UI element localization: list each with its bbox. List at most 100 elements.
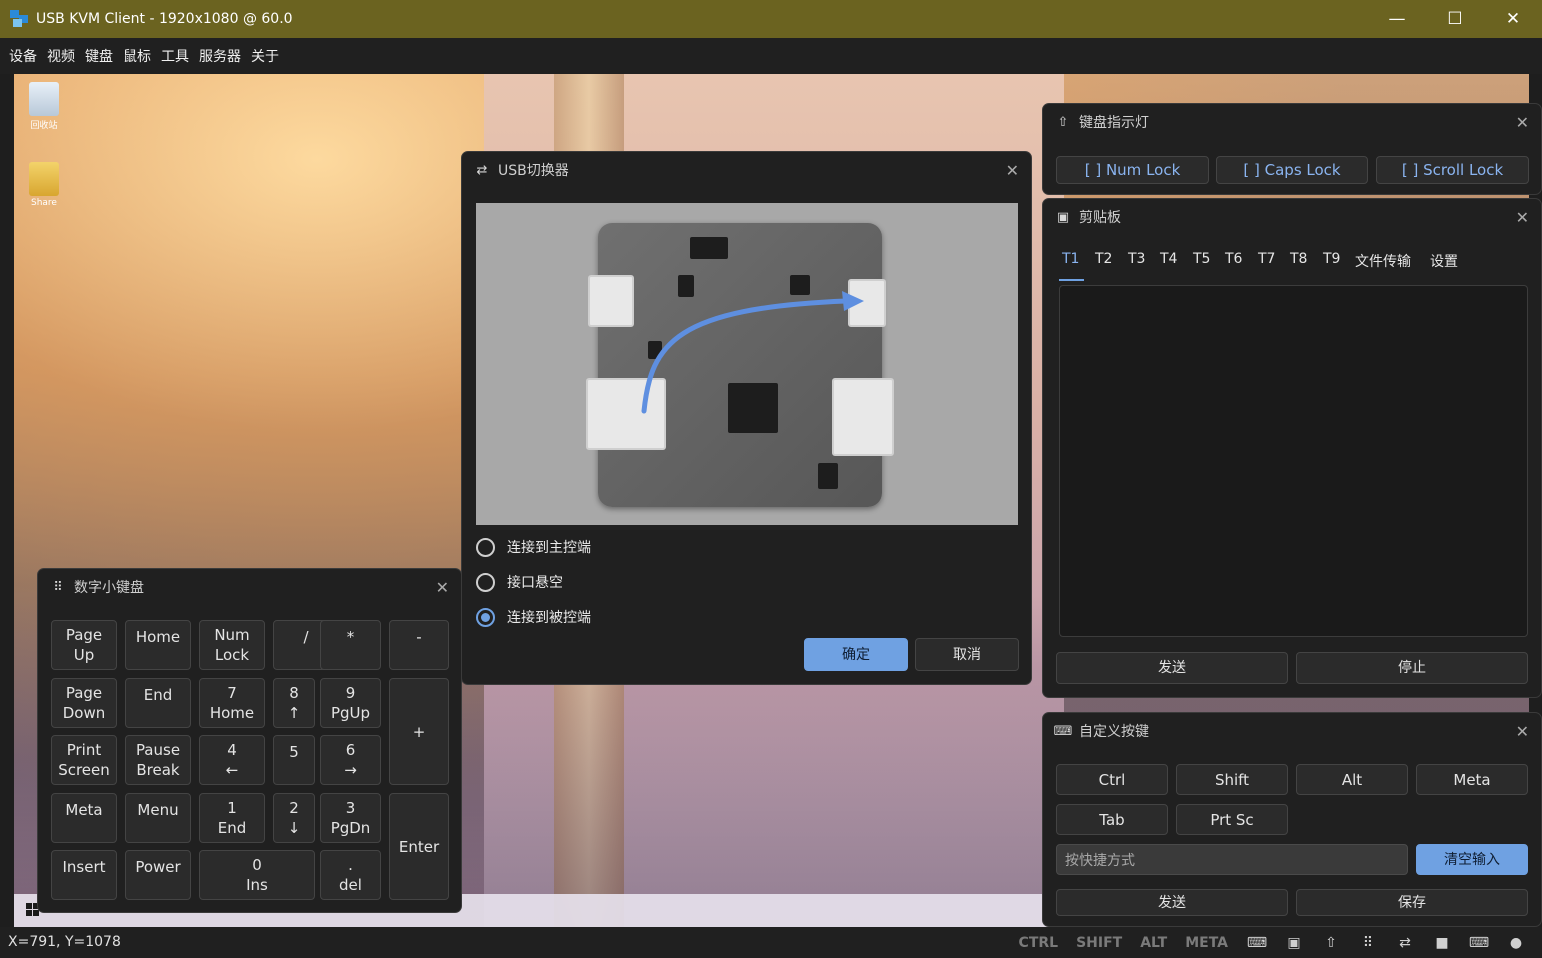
lock-indicator-title: 键盘指示灯 [1079,115,1149,131]
key-6[interactable]: 6 → [320,735,381,785]
radio-button[interactable] [476,537,495,557]
menu-tools[interactable]: 工具 [156,46,194,66]
close-icon[interactable]: ✕ [1516,722,1529,741]
radio-float[interactable]: 接口悬空 [476,572,563,592]
close-icon[interactable]: ✕ [436,578,449,597]
camera-icon[interactable]: ■ [1431,934,1453,952]
caps-lock-indicator[interactable]: [ ] Caps Lock [1216,156,1368,184]
custom-keys-panel: ⌨ 自定义按键 ✕ Ctrl Shift Alt Meta Tab Prt Sc… [1042,712,1542,927]
key-print-screen[interactable]: Print Screen [51,735,117,785]
key-meta[interactable]: Meta [1416,764,1528,795]
menu-video[interactable]: 视频 [42,46,80,66]
close-button[interactable]: ✕ [1484,0,1542,38]
desktop-icon-share[interactable]: Share [16,162,72,208]
swap-arrows-icon: ⇄ [476,162,488,178]
key-2[interactable]: 2 ↓ [273,793,315,843]
key-9[interactable]: 9 PgUp [320,678,381,728]
clipboard-title: 剪贴板 [1079,210,1121,226]
ctrl-indicator: CTRL [1018,934,1059,951]
scroll-lock-indicator[interactable]: [ ] Scroll Lock [1376,156,1529,184]
tab-t7[interactable]: T7 [1258,251,1275,267]
key-meta[interactable]: Meta [51,793,117,843]
key-4[interactable]: 4 ← [199,735,265,785]
key-enter[interactable]: Enter [389,793,449,900]
key-end[interactable]: End [125,678,191,728]
num-lock-indicator[interactable]: [ ] Num Lock [1056,156,1209,184]
key-prtsc[interactable]: Prt Sc [1176,804,1288,835]
maximize-button[interactable]: ☐ [1426,0,1484,38]
recycle-bin-icon [29,82,59,116]
key-1[interactable]: 1 End [199,793,265,843]
mouse-icon[interactable]: ● [1505,934,1527,952]
custom-send-button[interactable]: 发送 [1056,889,1288,916]
key-num-lock[interactable]: Num Lock [199,620,265,670]
tab-t6[interactable]: T6 [1225,251,1242,267]
desktop-icon-recycle-bin[interactable]: 回收站 [16,82,72,131]
tab-t8[interactable]: T8 [1290,251,1307,267]
key-ctrl[interactable]: Ctrl [1056,764,1168,795]
key-plus[interactable]: + [389,678,449,785]
tab-t4[interactable]: T4 [1160,251,1177,267]
desktop-icon-label: 回收站 [30,121,58,131]
status-modifiers: CTRL SHIFT ALT META ⌨ ▣ ⇧ ⠿ ⇄ ■ ⌨ ● [1019,927,1542,958]
radio-connect-target[interactable]: 连接到被控端 [476,607,591,627]
tab-t5[interactable]: T5 [1193,251,1210,267]
tab-t3[interactable]: T3 [1128,251,1145,267]
radio-button-selected[interactable] [476,607,495,627]
radio-connect-host[interactable]: 连接到主控端 [476,537,591,557]
keypad-icon[interactable]: ⠿ [1357,934,1379,952]
key-pause-break[interactable]: Pause Break [125,735,191,785]
cancel-button[interactable]: 取消 [915,638,1019,671]
key-page-down[interactable]: Page Down [51,678,117,728]
key-alt[interactable]: Alt [1296,764,1408,795]
key-menu[interactable]: Menu [125,793,191,843]
tab-t9[interactable]: T9 [1323,251,1340,267]
radio-label: 连接到被控端 [507,610,591,626]
usb-switch-header: ⇄ USB切换器 ✕ [462,152,1031,188]
menu-device[interactable]: 设备 [4,46,42,66]
close-icon[interactable]: ✕ [1516,208,1529,227]
key-tab[interactable]: Tab [1056,804,1168,835]
connection-arrow [641,291,864,414]
clipboard-icon[interactable]: ▣ [1283,934,1305,952]
key-3[interactable]: 3 PgDn [320,793,381,843]
close-icon[interactable]: ✕ [1006,161,1019,180]
clipboard-header: ▣ 剪贴板 ✕ [1043,199,1541,235]
key-home[interactable]: Home [125,620,191,670]
key-asterisk[interactable]: * [320,620,381,670]
clipboard-stop-button[interactable]: 停止 [1296,652,1528,684]
usb-switch-icon[interactable]: ⇄ [1394,934,1416,952]
key-8[interactable]: 8 ↑ [273,678,315,728]
key-insert[interactable]: Insert [51,850,117,900]
custom-keys-icon[interactable]: ⌨ [1468,934,1490,952]
key-7[interactable]: 7 Home [199,678,265,728]
numpad-header: ⠿ 数字小键盘 ✕ [38,569,461,605]
keyboard-icon[interactable]: ⌨ [1246,934,1268,952]
tab-t2[interactable]: T2 [1095,251,1112,267]
clipboard-send-button[interactable]: 发送 [1056,652,1288,684]
minimize-button[interactable]: — [1368,0,1426,38]
tab-t1[interactable]: T1 [1062,251,1079,267]
key-minus[interactable]: - [389,620,449,670]
tab-settings[interactable]: 设置 [1430,251,1458,271]
caps-arrow-icon[interactable]: ⇧ [1320,934,1342,952]
menu-server[interactable]: 服务器 [194,46,246,66]
radio-button[interactable] [476,572,495,592]
shortcut-input[interactable]: 按快捷方式 [1056,844,1408,875]
key-5[interactable]: 5 [273,735,315,785]
ok-button[interactable]: 确定 [804,638,908,671]
key-power[interactable]: Power [125,850,191,900]
menu-mouse[interactable]: 鼠标 [118,46,156,66]
menu-about[interactable]: 关于 [246,46,284,66]
clipboard-textarea[interactable] [1059,285,1528,637]
key-decimal[interactable]: . del [320,850,381,900]
close-icon[interactable]: ✕ [1516,113,1529,132]
clear-input-button[interactable]: 清空输入 [1416,844,1528,875]
key-shift[interactable]: Shift [1176,764,1288,795]
key-page-up[interactable]: Page Up [51,620,117,670]
tab-file-transfer[interactable]: 文件传输 [1355,251,1411,271]
folder-icon [29,162,59,196]
custom-save-button[interactable]: 保存 [1296,889,1528,916]
key-0[interactable]: 0 Ins [199,850,315,900]
menu-keyboard[interactable]: 键盘 [80,46,118,66]
